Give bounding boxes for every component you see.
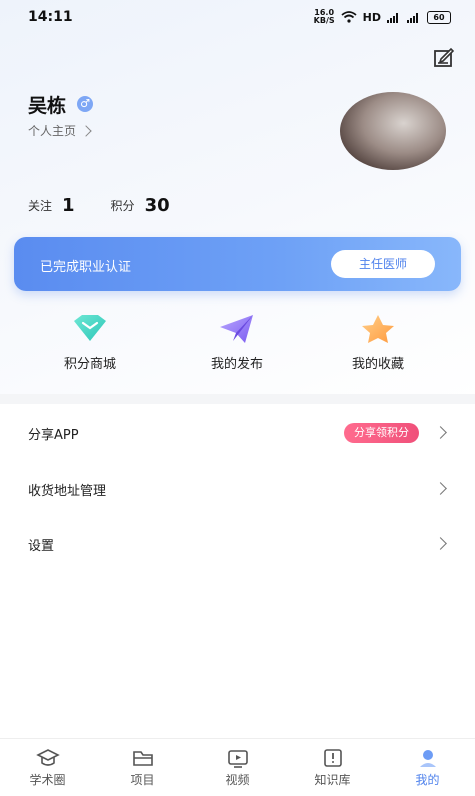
share-app-row[interactable]: 分享APP 分享领积分 [0,404,475,460]
chevron-right-icon [80,124,92,137]
share-app-label: 分享APP [28,428,79,443]
certification-status: 已完成职业认证 [40,260,132,275]
hd-indicator: HD [362,10,381,24]
address-management-row[interactable]: 收货地址管理 [0,460,475,516]
folder-icon [132,751,153,766]
following-count[interactable]: 1 [62,195,75,216]
video-icon [227,750,248,768]
chevron-right-icon [434,426,447,439]
tab-knowledge-base[interactable]: 知识库 [285,739,380,796]
network-speed: 16.0 KB/S [313,8,335,25]
chevron-right-icon [434,537,447,550]
share-points-badge: 分享领积分 [344,423,419,443]
points-label[interactable]: 积分 [111,197,135,214]
tab-label: 项目 [130,773,155,787]
chevron-right-icon [434,482,447,495]
signal-icon-1 [387,12,398,23]
address-management-label: 收货地址管理 [28,484,107,499]
professional-title-button[interactable]: 主任医师 [331,250,435,278]
male-gender-icon: ♂ [77,96,93,112]
status-icons: 16.0 KB/S HD 60 [314,9,451,25]
my-posts-label: 我的发布 [210,357,263,372]
status-bar: 14:11 16.0 KB/S HD 60 [0,0,475,34]
personal-homepage-link[interactable]: 个人主页 [28,122,92,139]
tab-label: 知识库 [314,773,351,787]
points-count[interactable]: 30 [145,195,170,216]
diamond-icon [74,315,106,341]
profile-icon [419,750,436,767]
paper-plane-icon [220,315,253,343]
certification-banner[interactable]: 已完成职业认证 主任医师 [14,237,461,291]
section-divider [0,394,475,404]
tab-label: 我的 [415,773,440,787]
tab-academic-circle[interactable]: 学术圈 [0,739,95,796]
bottom-tab-bar: 学术圈 项目 视频 知识库 我的 [0,738,475,796]
tab-label: 视频 [225,773,250,787]
tab-projects[interactable]: 项目 [95,739,190,796]
my-favorites-button[interactable]: 我的收藏 [318,313,438,372]
profile-stats: 关注 1 积分 30 [28,195,206,216]
edit-icon[interactable] [432,46,456,70]
tab-videos[interactable]: 视频 [190,739,285,796]
book-icon [323,749,342,767]
settings-row[interactable]: 设置 [0,515,475,571]
points-mall-label: 积分商城 [63,357,116,372]
wifi-icon [341,11,357,23]
homepage-link-label: 个人主页 [28,124,77,138]
my-favorites-label: 我的收藏 [351,357,404,372]
my-posts-button[interactable]: 我的发布 [177,313,297,372]
star-icon [362,315,394,343]
signal-icon-2 [407,12,418,23]
points-mall-button[interactable]: 积分商城 [30,313,150,372]
status-time: 14:11 [28,9,73,25]
tab-label: 学术圈 [29,773,66,787]
following-label[interactable]: 关注 [28,197,52,214]
settings-label: 设置 [28,539,55,554]
tab-mine[interactable]: 我的 [380,739,475,796]
avatar[interactable] [340,92,446,170]
graduation-cap-icon [35,749,60,766]
battery-icon: 60 [427,10,451,24]
user-name: 吴栋 [28,95,67,117]
